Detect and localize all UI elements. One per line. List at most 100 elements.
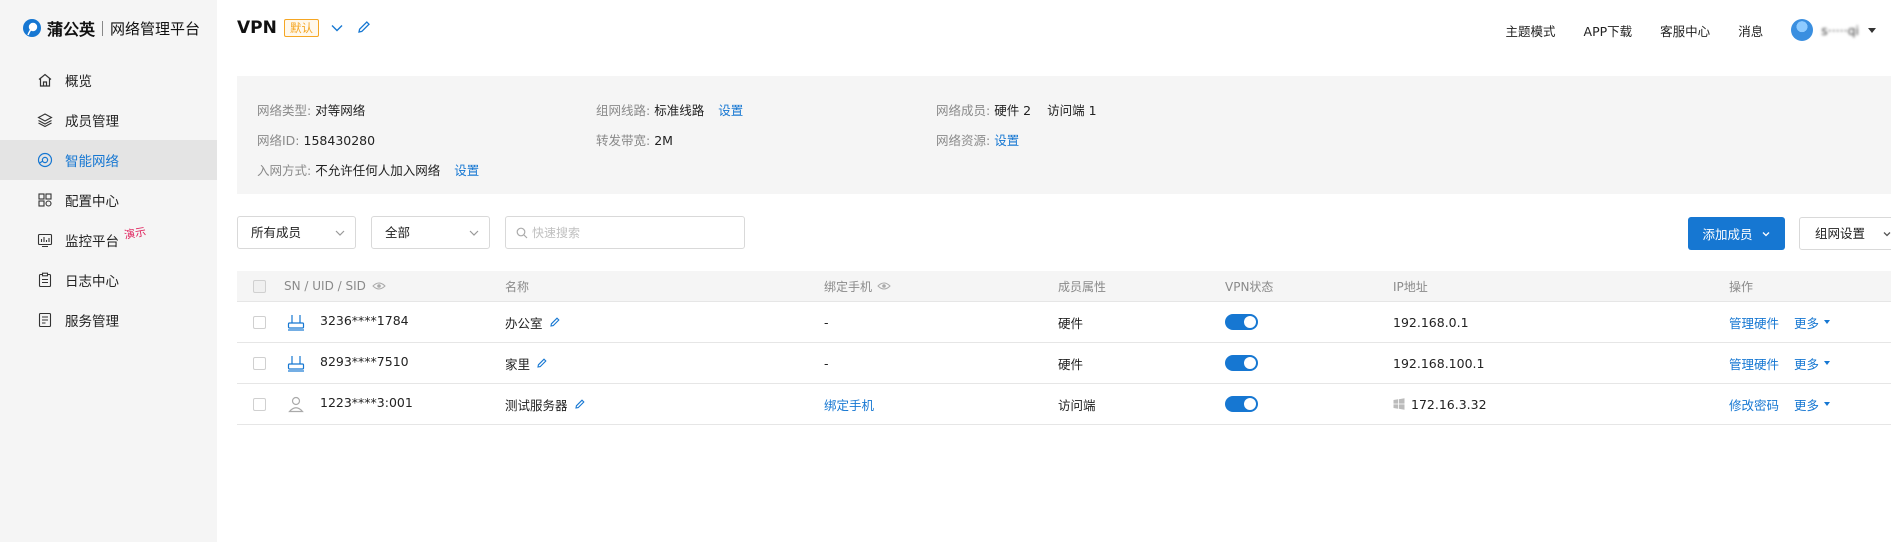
network-type-value: 对等网络 [315,103,366,118]
sidebar-item-smart-network[interactable]: 智能网络 [0,140,217,180]
status-filter-select[interactable]: 全部 [371,216,490,249]
search-box[interactable] [505,216,745,249]
row-sn: 1223****3:001 [320,394,413,410]
vpn-status-toggle[interactable] [1225,314,1258,330]
members-label: 网络成员: [936,103,991,118]
sidebar-item-config-center[interactable]: 配置中心 [0,180,217,220]
row-attr: 硬件 [1058,356,1084,372]
add-member-label: 添加成员 [1702,227,1753,242]
more-dropdown[interactable]: 更多 [1794,395,1831,414]
row-checkbox[interactable] [253,315,266,329]
windows-icon [1393,398,1405,410]
members-visitor-count: 访问端 1 [1047,103,1097,118]
row-checkbox[interactable] [253,397,266,411]
network-settings-button[interactable]: 组网设置 [1799,217,1891,250]
join-method-settings-link[interactable]: 设置 [454,163,479,178]
table-row: 3236****1784 办公室 - 硬件 192.168.0.1 管理硬件 更… [237,302,1891,343]
row-ip: 192.168.100.1 [1393,355,1485,371]
network-settings-label: 组网设置 [1815,226,1866,241]
row-ip: 192.168.0.1 [1393,314,1469,330]
members-table: SN / UID / SID 名称 绑定手机 成员属性 VPN状态 IP地址 操… [237,271,1891,425]
row-ip: 172.16.3.32 [1411,396,1487,412]
row-phone: - [824,355,829,371]
add-member-button[interactable]: 添加成员 [1688,217,1785,250]
caret-down-icon [1824,402,1831,406]
network-id-value: 158430280 [303,133,376,148]
brand-divider [102,20,104,36]
brand-name: 蒲公英 [47,20,96,39]
top-bar: VPN 默认 主题模式 APP下载 客服中心 消息 s·····qi [217,0,1891,60]
table-header: SN / UID / SID 名称 绑定手机 成员属性 VPN状态 IP地址 操… [237,271,1891,302]
network-type-row: 网络类型: 对等网络 [257,100,365,119]
route-settings-link[interactable]: 设置 [718,103,743,118]
row-attr: 硬件 [1058,315,1084,331]
brand-logo[interactable]: 蒲公英 网络管理平台 [22,16,200,40]
sidebar-item-services[interactable]: 服务管理 [0,300,217,340]
edit-name-icon[interactable] [536,357,548,369]
select-all-checkbox[interactable] [253,279,266,293]
header-ip: IP地址 [1393,279,1428,294]
messages-link[interactable]: 消息 [1738,21,1763,40]
monitor-icon [36,231,54,249]
vpn-status-toggle[interactable] [1225,396,1258,412]
user-menu[interactable]: s·····qi [1791,19,1877,41]
header-attr: 成员属性 [1058,279,1107,294]
row-name: 家里 [505,356,531,372]
sidebar-item-label: 成员管理 [65,114,119,130]
route-row: 组网线路: 标准线路 设置 [596,100,743,119]
status-filter-value: 全部 [385,225,411,240]
sidebar-item-label: 服务管理 [65,314,119,330]
eye-icon[interactable] [877,281,891,291]
layers-icon [36,111,54,129]
sidebar-item-overview[interactable]: 概览 [0,60,217,100]
bind-phone-link[interactable]: 绑定手机 [824,395,874,414]
row-phone: - [824,314,829,330]
more-dropdown[interactable]: 更多 [1794,354,1831,373]
member-filter-select[interactable]: 所有成员 [237,216,356,249]
default-tag: 默认 [284,19,319,37]
bandwidth-label: 转发带宽: [596,133,651,148]
chevron-down-icon [335,230,345,236]
network-info-panel: 网络类型: 对等网络 网络ID: 158430280 入网方式: 不允许任何人加… [237,76,1891,194]
more-dropdown[interactable]: 更多 [1794,313,1831,332]
bandwidth-value: 2M [654,133,673,148]
table-row: 1223****3:001 测试服务器 绑定手机 访问端 172.16.3.32… [237,384,1891,425]
edit-name-icon[interactable] [549,316,561,328]
network-type-label: 网络类型: [257,103,312,118]
resources-settings-link[interactable]: 设置 [994,133,1019,148]
theme-mode-link[interactable]: 主题模式 [1506,21,1556,40]
resources-label: 网络资源: [936,133,991,148]
members-hardware-count: 硬件 2 [994,103,1032,118]
manage-hardware-link[interactable]: 管理硬件 [1729,313,1779,332]
edit-pencil-icon[interactable] [356,19,372,35]
sidebar-item-monitor[interactable]: 监控平台 演示 [0,220,217,260]
edit-name-icon[interactable] [574,398,586,410]
join-method-label: 入网方式: [257,163,312,178]
row-name: 测试服务器 [505,397,568,413]
app-download-link[interactable]: APP下载 [1584,21,1633,40]
more-label: 更多 [1794,315,1820,331]
router-icon [287,315,305,331]
sidebar-item-logs[interactable]: 日志中心 [0,260,217,300]
sidebar-item-members[interactable]: 成员管理 [0,100,217,140]
route-label: 组网线路: [596,103,651,118]
row-name: 办公室 [505,315,543,331]
route-value: 标准线路 [654,103,705,118]
change-password-link[interactable]: 修改密码 [1729,395,1779,414]
header-vpn: VPN状态 [1225,279,1274,294]
header-name: 名称 [505,279,530,294]
sidebar-item-label: 监控平台 [65,234,119,250]
search-input[interactable] [532,223,732,243]
network-id-label: 网络ID: [257,133,300,148]
chevron-down-icon[interactable] [329,20,345,36]
header-sn: SN / UID / SID [284,279,366,293]
vpn-status-toggle[interactable] [1225,355,1258,371]
customer-service-link[interactable]: 客服中心 [1660,21,1710,40]
manage-hardware-link[interactable]: 管理硬件 [1729,354,1779,373]
dandelion-logo-icon [23,19,41,37]
search-icon [516,227,528,239]
eye-icon[interactable] [372,281,386,291]
sidebar-item-label: 配置中心 [65,194,119,210]
row-checkbox[interactable] [253,356,266,370]
join-method-value: 不允许任何人加入网络 [315,163,441,178]
